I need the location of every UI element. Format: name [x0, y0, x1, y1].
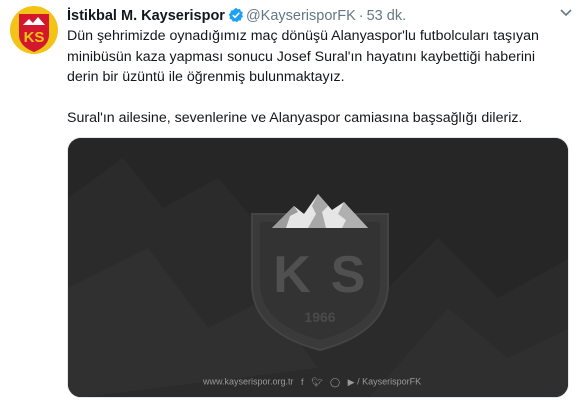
media-footer: www.kayserispor.org.tr f 🐦︎ ◯ ▶ / Kayser… [203, 374, 503, 388]
tweet-text: Dün şehrimizde oynadığımız maç dönüşü Al… [67, 26, 567, 129]
display-name[interactable]: İstikbal M. Kayserispor [67, 8, 225, 24]
handle[interactable]: @KayserisporFK [246, 8, 356, 24]
verified-badge-icon [228, 7, 244, 28]
tweet-header: İstikbal M. Kayserispor @KayserisporFK · 53… [67, 7, 406, 28]
tweet-image[interactable]: K S 1966 www.kayserispor.org.tr f 🐦︎ ◯ ▶… [67, 137, 569, 398]
kayserispor-crest-icon: K S 1966 [251, 194, 389, 352]
social-handle: / KayserisporFK [357, 376, 422, 387]
tweet-paragraph: Dün şehrimizde oynadığımız maç dönüşü Al… [67, 28, 539, 85]
twitter-icon: 🐦︎ [311, 376, 323, 387]
chevron-down-icon[interactable] [558, 6, 574, 20]
timestamp[interactable]: 53 dk. [367, 8, 407, 24]
separator: · [358, 8, 364, 24]
tweet-paragraph: Sural'ın ailesine, sevenlerine ve Alanya… [67, 110, 523, 126]
facebook-icon: f [301, 376, 304, 387]
crest-letter-s: S [331, 246, 366, 304]
website-text: www.kayserispor.org.tr [203, 376, 294, 387]
crest-year: 1966 [304, 309, 335, 325]
instagram-icon: ◯ [330, 376, 341, 387]
crest-letter-k: K [273, 246, 311, 304]
youtube-icon: ▶ [347, 376, 355, 387]
avatar-letters: KS [24, 29, 45, 46]
kayserispor-logo-icon: KS [10, 6, 58, 54]
avatar[interactable]: KS [10, 6, 58, 54]
